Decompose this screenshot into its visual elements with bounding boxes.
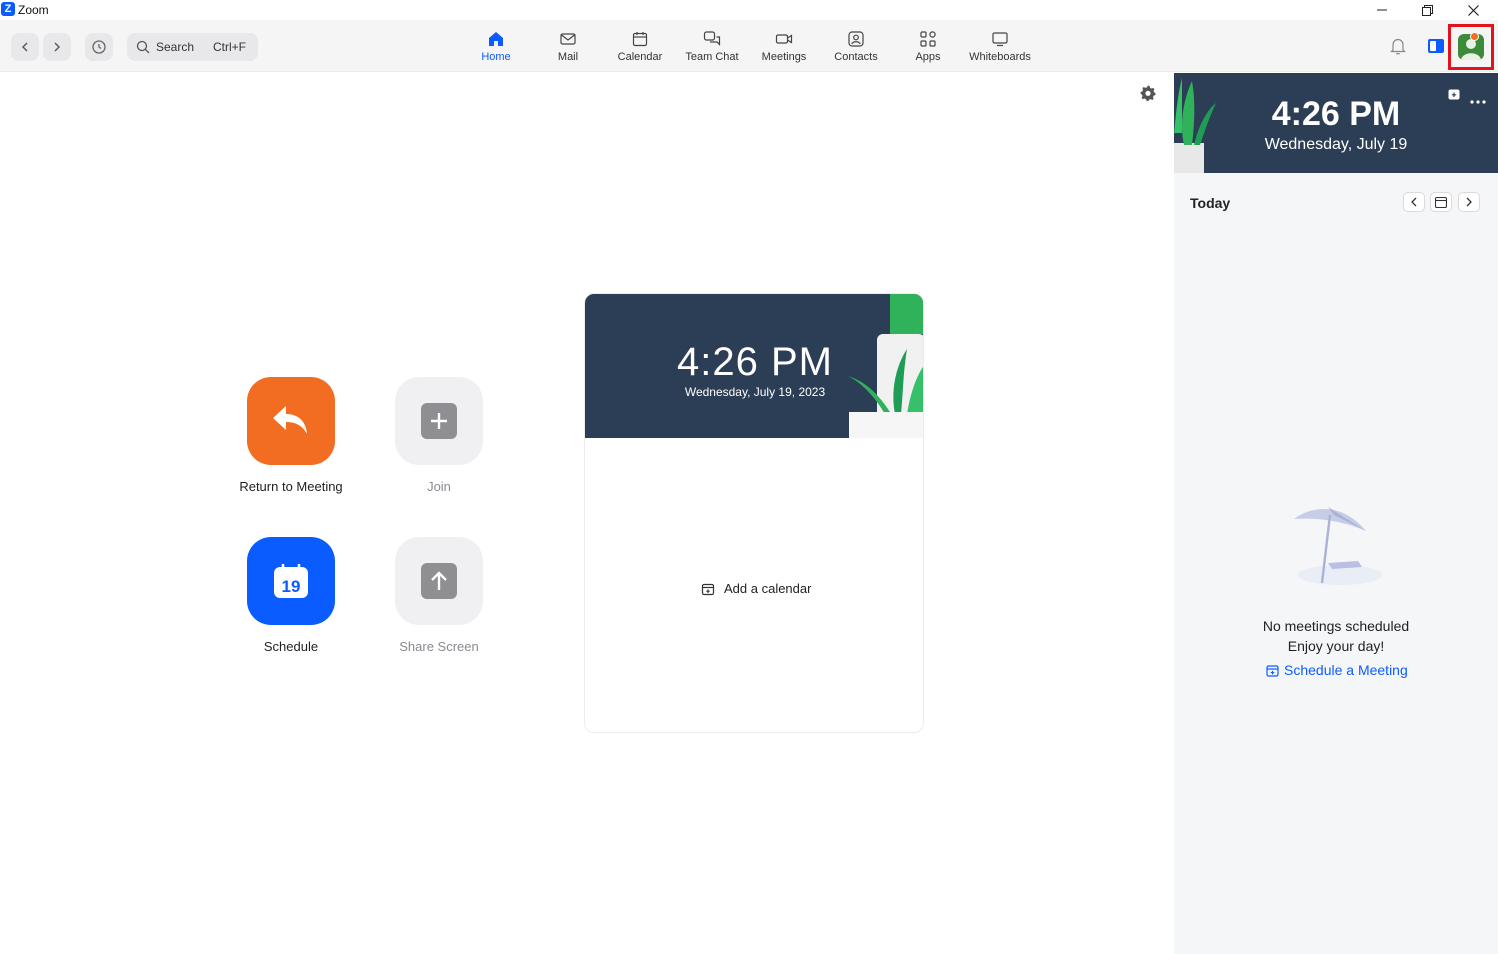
top-toolbar: Search Ctrl+F Home Mail Calendar Team Ch… — [0, 20, 1498, 72]
calendar-banner: 4:26 PM Wednesday, July 19, 2023 — [585, 294, 923, 438]
minimize-button[interactable] — [1359, 0, 1405, 20]
schedule-meeting-link[interactable]: Schedule a Meeting — [1266, 662, 1408, 678]
return-to-meeting-label: Return to Meeting — [239, 479, 343, 494]
forward-button[interactable] — [43, 33, 71, 61]
calendar-card: 4:26 PM Wednesday, July 19, 2023 Add a c… — [584, 293, 924, 733]
tab-contacts[interactable]: Contacts — [820, 30, 892, 70]
chevron-right-icon — [1466, 197, 1472, 207]
more-options-button[interactable] — [1470, 91, 1486, 109]
tab-calendar[interactable]: Calendar — [604, 30, 676, 70]
tab-contacts-label: Contacts — [834, 51, 878, 63]
gear-icon — [1140, 85, 1156, 102]
join-button[interactable]: Join — [364, 377, 514, 494]
home-icon — [489, 32, 503, 46]
calendar-add-icon — [701, 583, 715, 595]
return-to-meeting-tile[interactable] — [247, 377, 335, 465]
join-tile[interactable] — [395, 377, 483, 465]
return-to-meeting-button[interactable]: Return to Meeting — [216, 377, 366, 494]
tab-whiteboards-label: Whiteboards — [969, 51, 1031, 63]
video-icon — [775, 34, 793, 44]
search-placeholder: Search — [156, 40, 195, 54]
minimize-icon — [1377, 9, 1387, 11]
beach-umbrella-illustration-icon — [1294, 507, 1382, 585]
plus-icon — [421, 403, 457, 439]
side-banner: 4:26 PM Wednesday, July 19 — [1174, 73, 1498, 173]
mail-icon — [560, 33, 576, 45]
tab-whiteboards[interactable]: Whiteboards — [964, 30, 1036, 70]
tab-team-chat[interactable]: Team Chat — [676, 30, 748, 70]
calendar-plus-icon — [1266, 664, 1279, 677]
calendar-day-icon: 19 — [274, 564, 308, 598]
enjoy-day-text: Enjoy your day! — [1287, 638, 1385, 654]
svg-text:19: 19 — [282, 577, 301, 596]
tab-meetings-label: Meetings — [761, 51, 807, 63]
search-shortcut: Ctrl+F — [213, 40, 246, 54]
apps-icon — [920, 31, 936, 47]
calendar-icon — [1435, 196, 1447, 208]
schedule-button[interactable]: 19 Schedule — [216, 537, 366, 654]
schedule-meeting-label: Schedule a Meeting — [1284, 662, 1408, 678]
history-icon — [92, 40, 106, 54]
tab-team-chat-label: Team Chat — [685, 51, 739, 63]
back-button[interactable] — [11, 33, 39, 61]
history-button[interactable] — [85, 33, 113, 61]
home-main-area: Return to Meeting Join 19 Schedule Share… — [0, 73, 1174, 954]
share-screen-tile[interactable] — [395, 537, 483, 625]
restore-button[interactable] — [1404, 0, 1450, 20]
upcoming-side-panel: 4:26 PM Wednesday, July 19 Today No meet… — [1174, 73, 1498, 954]
tab-mail-label: Mail — [557, 51, 579, 63]
side-date: Wednesday, July 19 — [1264, 136, 1408, 153]
tab-apps-label: Apps — [915, 51, 941, 63]
restore-icon — [1421, 4, 1433, 16]
status-badge — [1470, 32, 1479, 41]
add-calendar-label: Add a calendar — [724, 581, 812, 596]
return-arrow-icon — [273, 406, 307, 434]
bell-icon — [1390, 38, 1406, 55]
contacts-icon — [848, 31, 864, 47]
more-horizontal-icon — [1470, 100, 1486, 104]
chevron-left-icon — [1411, 197, 1417, 207]
whiteboard-icon — [992, 32, 1008, 47]
calendar-icon — [632, 32, 648, 47]
tab-apps[interactable]: Apps — [892, 30, 964, 70]
zoom-logo-icon: Z — [1, 2, 15, 16]
join-label: Join — [427, 479, 451, 494]
date-picker-button[interactable] — [1430, 192, 1452, 212]
window-title: Zoom — [18, 3, 49, 17]
side-panel-toggle[interactable] — [1427, 37, 1445, 60]
share-screen-button[interactable]: Share Screen — [364, 537, 514, 654]
no-meetings-text: No meetings scheduled — [1262, 618, 1410, 634]
schedule-label: Schedule — [263, 639, 319, 654]
panel-icon — [1428, 39, 1444, 53]
search-icon — [136, 40, 150, 54]
share-up-arrow-icon — [421, 563, 457, 599]
calendar-card-time: 4:26 PM — [677, 340, 833, 384]
chevron-right-icon — [54, 42, 60, 52]
tab-mail[interactable]: Mail — [532, 30, 604, 70]
tab-home-label: Home — [481, 51, 511, 63]
calendar-card-date: Wednesday, July 19, 2023 — [684, 385, 826, 399]
today-label: Today — [1190, 195, 1231, 211]
add-calendar-button[interactable]: Add a calendar — [701, 581, 811, 596]
profile-avatar-button[interactable] — [1448, 24, 1494, 70]
settings-button[interactable] — [1139, 84, 1157, 107]
next-day-button[interactable] — [1458, 192, 1480, 212]
search-input[interactable]: Search Ctrl+F — [127, 33, 258, 61]
tab-home[interactable]: Home — [460, 30, 532, 70]
chevron-left-icon — [22, 42, 28, 52]
tab-calendar-label: Calendar — [617, 51, 663, 63]
side-time: 4:26 PM — [1271, 95, 1401, 133]
schedule-tile[interactable]: 19 — [247, 537, 335, 625]
calendar-plus-icon — [1448, 89, 1460, 100]
notifications-button[interactable] — [1389, 36, 1407, 61]
previous-day-button[interactable] — [1403, 192, 1425, 212]
tab-meetings[interactable]: Meetings — [748, 30, 820, 70]
share-screen-label: Share Screen — [399, 639, 479, 654]
title-bar: Z Zoom — [0, 0, 1498, 20]
new-meeting-button[interactable] — [1448, 87, 1460, 105]
close-button[interactable] — [1450, 0, 1496, 20]
plant-decoration-icon — [1174, 78, 1216, 173]
chat-icon — [703, 31, 721, 46]
close-icon — [1467, 4, 1479, 16]
